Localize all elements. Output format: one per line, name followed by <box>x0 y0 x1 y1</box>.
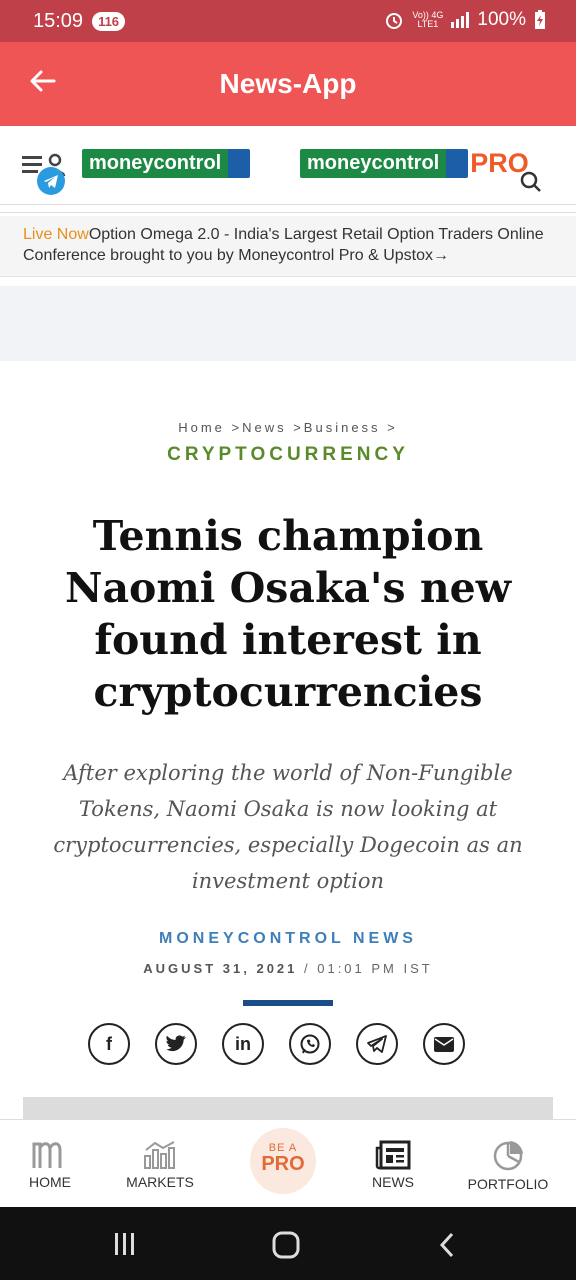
article-category[interactable]: CRYPTOCURRENCY <box>0 444 576 466</box>
live-now-text: Option Omega 2.0 - India's Largest Retai… <box>23 226 544 264</box>
back-system-icon[interactable] <box>436 1231 458 1259</box>
nav-news[interactable]: NEWS <box>343 1140 443 1190</box>
alarm-icon <box>386 13 403 29</box>
battery-percent: 100% <box>477 9 526 30</box>
facebook-share-button[interactable]: f <box>88 1023 130 1065</box>
portfolio-pie-icon <box>493 1141 523 1171</box>
twitter-icon <box>166 1035 186 1052</box>
nav-portfolio[interactable]: PORTFOLIO <box>458 1140 558 1192</box>
recent-apps-icon[interactable] <box>112 1231 138 1257</box>
share-bar: f in <box>88 1023 465 1065</box>
email-icon <box>434 1036 454 1052</box>
be-a-pro-button[interactable]: BE A PRO <box>250 1128 316 1194</box>
breadcrumb[interactable]: Home >News >Business > <box>0 420 576 435</box>
telegram-share-button[interactable] <box>356 1023 398 1065</box>
linkedin-icon: in <box>235 1033 251 1054</box>
home-m-icon <box>32 1142 62 1168</box>
header-divider <box>0 212 576 213</box>
bottom-nav: HOME MARKETS BE A PRO NEWS PORTFOLIO <box>0 1119 576 1208</box>
home-system-icon[interactable] <box>272 1231 300 1259</box>
battery-icon <box>535 10 545 29</box>
status-time: 15:09 <box>33 9 84 32</box>
article-headline: Tennis champion Naomi Osaka's new found … <box>64 512 512 716</box>
live-now-tag: Live Now <box>23 226 89 243</box>
article-date: AUGUST 31, 2021 / 01:01 PM IST <box>143 961 433 976</box>
telegram-share-icon <box>367 1035 387 1053</box>
article-author[interactable]: MONEYCONTROL NEWS <box>0 930 576 948</box>
status-bar: 15:09 116 Vo)) 4G LTE1 100% <box>0 0 576 42</box>
whatsapp-share-button[interactable] <box>289 1023 331 1065</box>
nav-markets[interactable]: MARKETS <box>110 1140 210 1190</box>
live-now-banner[interactable]: Live NowOption Omega 2.0 - India's Large… <box>0 216 576 277</box>
image-placeholder <box>23 1097 553 1119</box>
moneycontrol-pro-logo[interactable]: moneycontrol PRO <box>300 147 529 179</box>
whatsapp-icon <box>300 1034 320 1054</box>
live-now-arrow: → <box>433 247 449 264</box>
network-label: Vo)) 4G LTE1 <box>412 10 444 29</box>
title-underline <box>243 1000 333 1006</box>
linkedin-share-button[interactable]: in <box>222 1023 264 1065</box>
moneycontrol-logo[interactable]: moneycontrol <box>82 147 251 179</box>
ad-placeholder <box>0 286 576 361</box>
app-bar: News-App <box>0 42 576 126</box>
nav-home[interactable]: HOME <box>0 1140 100 1190</box>
article-subhead: After exploring the world of Non-Fungibl… <box>53 761 523 893</box>
markets-chart-icon <box>144 1141 175 1169</box>
facebook-icon: f <box>106 1033 112 1054</box>
status-right: Vo)) 4G LTE1 100% <box>384 9 546 31</box>
notification-badge: 116 <box>92 11 126 31</box>
signal-icon <box>451 12 470 28</box>
telegram-icon[interactable] <box>37 167 65 195</box>
news-icon <box>375 1140 411 1170</box>
email-share-button[interactable] <box>423 1023 465 1065</box>
search-icon[interactable] <box>519 170 543 194</box>
system-nav-bar <box>0 1207 576 1280</box>
app-title: News-App <box>219 68 357 99</box>
twitter-share-button[interactable] <box>155 1023 197 1065</box>
